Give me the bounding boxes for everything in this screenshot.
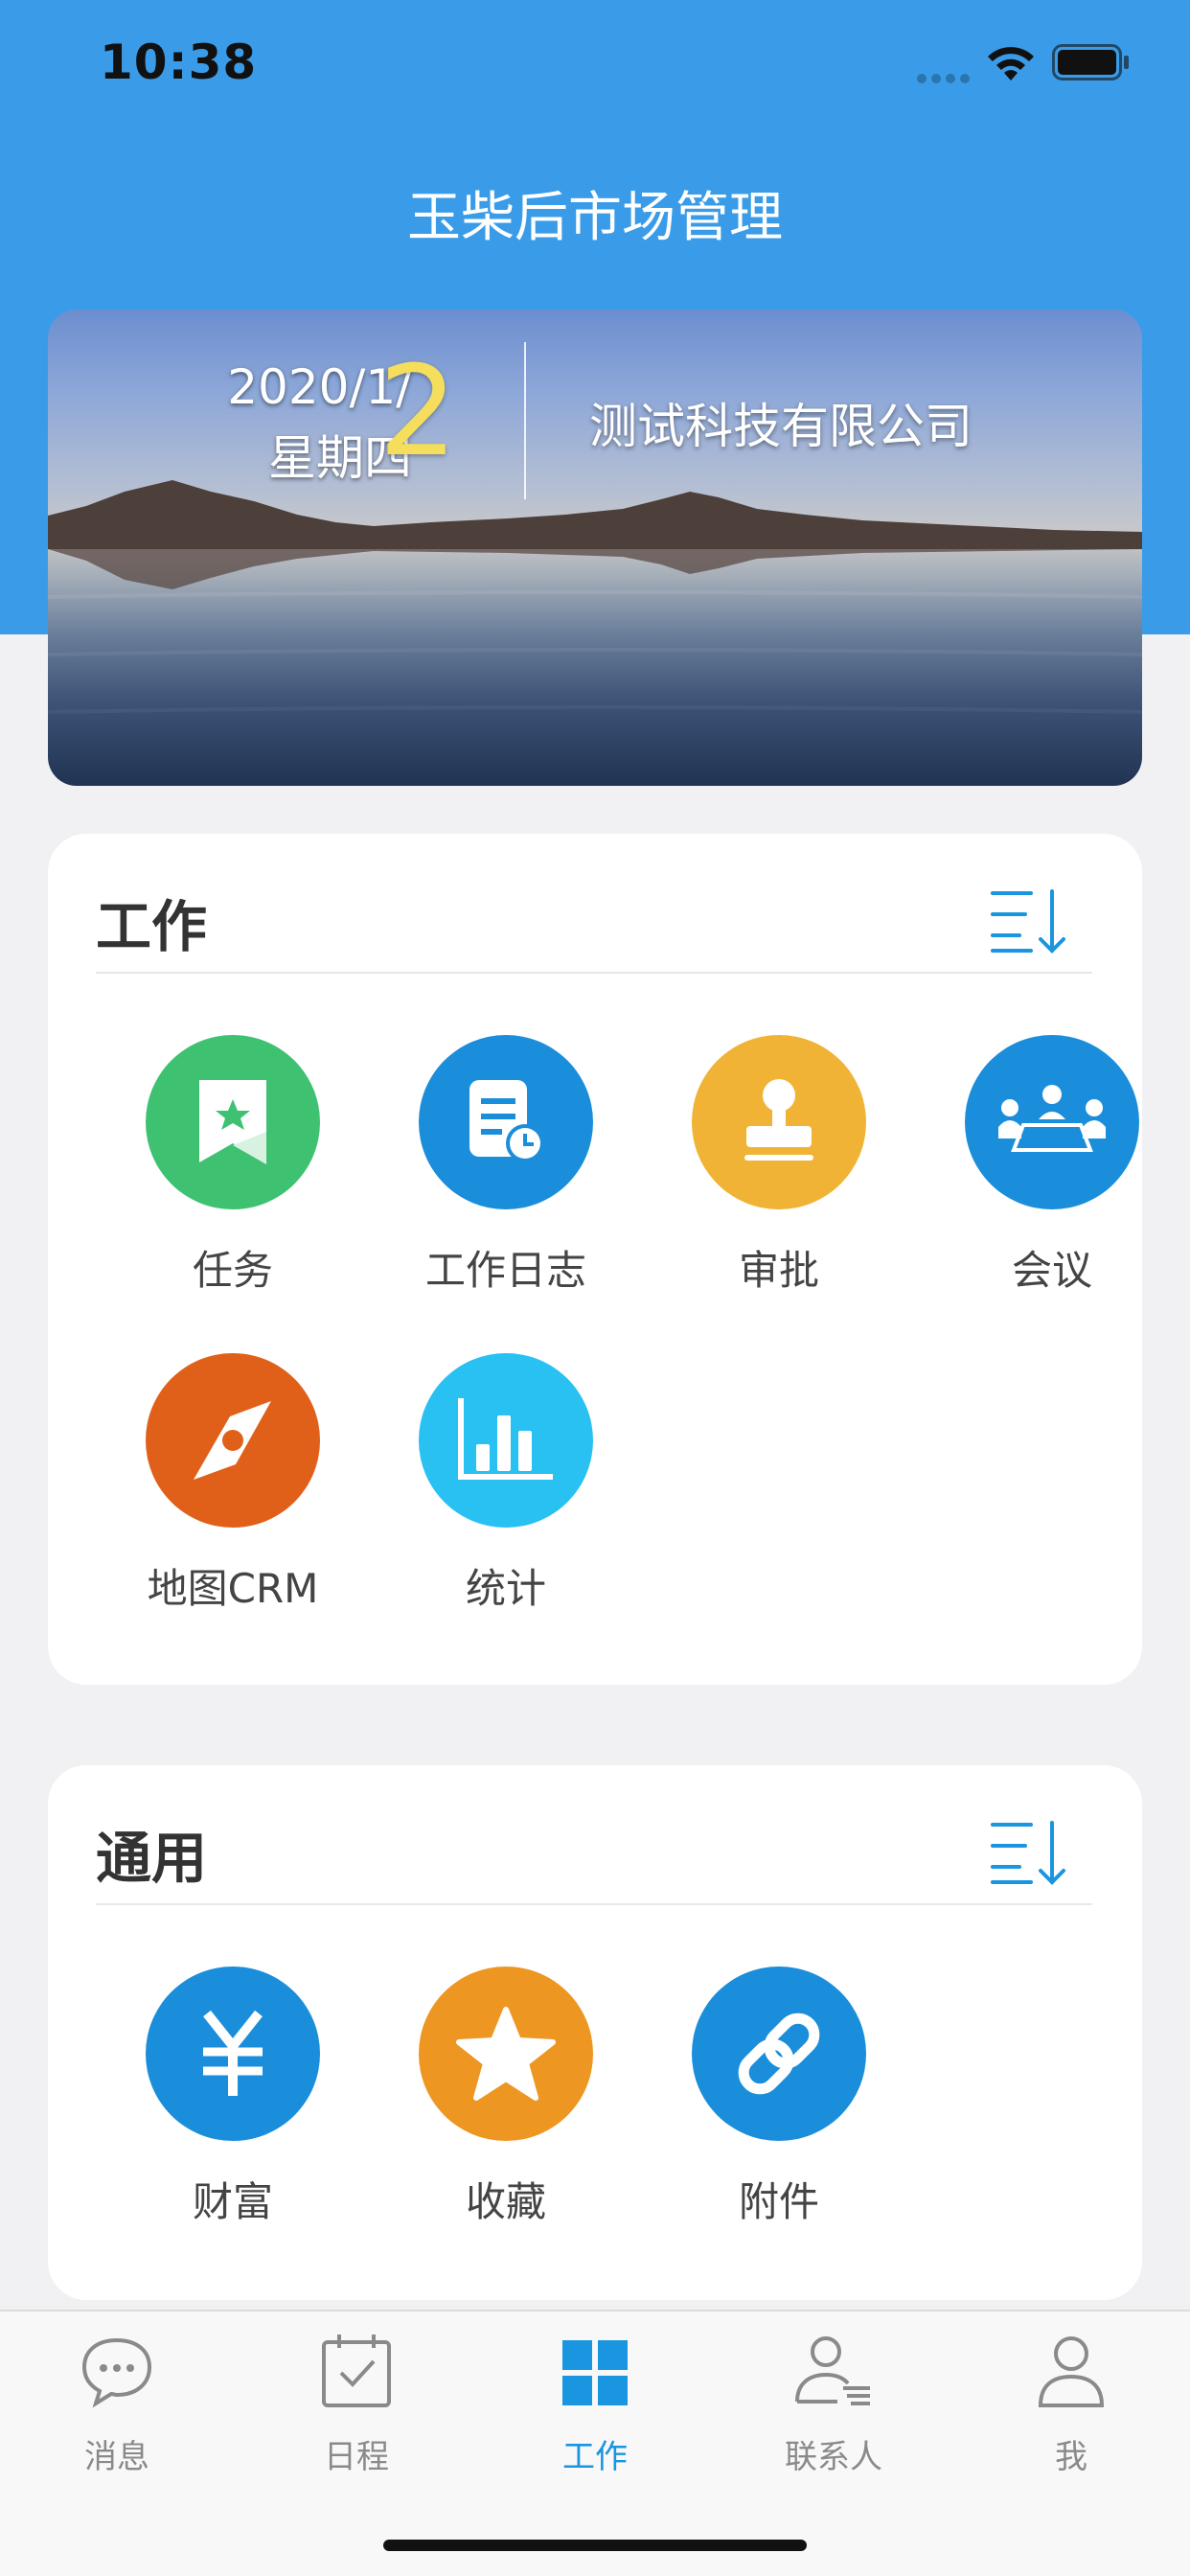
approval-stamp-icon (692, 1035, 866, 1209)
general-section-card: 通用 财富 收藏 附件 (48, 1765, 1142, 2300)
app-favorite-label: 收藏 (465, 2178, 546, 2225)
wifi-icon (988, 47, 1034, 80)
app-map-crm[interactable]: 地图CRM (108, 1353, 357, 1615)
tab-work[interactable]: 工作 (499, 2331, 691, 2477)
sort-icon[interactable] (989, 887, 1071, 954)
app-statistics[interactable]: 统计 (381, 1353, 630, 1615)
battery-icon (1052, 44, 1129, 80)
tab-contacts-label: 联系人 (785, 2438, 882, 2476)
wealth-yen-icon (146, 1966, 320, 2141)
app-work-log[interactable]: 工作日志 (381, 1035, 630, 1297)
app-task-label: 任务 (192, 1247, 273, 1294)
general-section-title: 通用 (96, 1826, 208, 1891)
favorite-star-icon (419, 1966, 593, 2141)
home-indicator[interactable] (383, 2540, 807, 2551)
work-section-card: 工作 任务 工作日志 审批 会议 地图CRM 统计 (48, 834, 1142, 1685)
banner-divider (524, 342, 526, 499)
attachment-link-icon (692, 1966, 866, 2141)
work-log-icon (419, 1035, 593, 1209)
status-time: 10:38 (100, 34, 258, 90)
sort-icon[interactable] (989, 1819, 1071, 1886)
app-wealth-label: 财富 (192, 2178, 273, 2225)
banner-day: 2 (378, 338, 458, 484)
banner-date: 2020/1/ 星期四 (182, 352, 412, 494)
app-title: 玉柴后市场管理 (407, 187, 783, 249)
tab-bar: 消息 日程 工作 联系人 我 (0, 2310, 1190, 2576)
app-map-crm-label: 地图CRM (147, 1565, 319, 1612)
app-approval-label: 审批 (738, 1247, 819, 1294)
banner-date-line: 2020/1/ (227, 359, 412, 415)
section-divider (96, 972, 1092, 974)
contacts-icon (795, 2336, 870, 2405)
profile-icon (1038, 2336, 1105, 2407)
tab-work-label: 工作 (562, 2438, 628, 2476)
tab-messages[interactable]: 消息 (21, 2331, 213, 2477)
calendar-check-icon (322, 2334, 391, 2407)
app-attachment-label: 附件 (738, 2178, 819, 2225)
tab-me-label: 我 (1055, 2438, 1087, 2476)
date-banner: 2020/1/ 星期四 2 测试科技有限公司 (48, 310, 1142, 786)
cellular-signal-icon (917, 69, 974, 83)
status-bar: 10:38 (0, 0, 1190, 125)
message-bubble-icon (81, 2337, 152, 2408)
tab-messages-label: 消息 (84, 2438, 149, 2476)
tab-schedule[interactable]: 日程 (261, 2331, 452, 2477)
work-grid-icon (562, 2340, 628, 2405)
app-meeting[interactable]: 会议 (927, 1035, 1177, 1297)
app-wealth[interactable]: 财富 (108, 1966, 357, 2228)
section-divider (96, 1903, 1092, 1905)
app-task[interactable]: 任务 (108, 1035, 357, 1297)
app-favorite[interactable]: 收藏 (381, 1966, 630, 2228)
statistics-chart-icon (419, 1353, 593, 1528)
work-section-title: 工作 (96, 894, 208, 959)
banner-company: 测试科技有限公司 (589, 399, 973, 454)
tab-contacts[interactable]: 联系人 (738, 2331, 929, 2477)
app-attachment[interactable]: 附件 (654, 1966, 904, 2228)
app-approval[interactable]: 审批 (654, 1035, 904, 1297)
tab-me[interactable]: 我 (975, 2331, 1167, 2477)
task-bookmark-icon (146, 1035, 320, 1209)
meeting-icon (965, 1035, 1139, 1209)
map-compass-icon (146, 1353, 320, 1528)
app-statistics-label: 统计 (465, 1565, 546, 1612)
app-meeting-label: 会议 (1011, 1247, 1092, 1294)
tab-schedule-label: 日程 (324, 2438, 389, 2476)
app-work-log-label: 工作日志 (424, 1247, 586, 1294)
banner-weekday: 星期四 (268, 430, 412, 486)
